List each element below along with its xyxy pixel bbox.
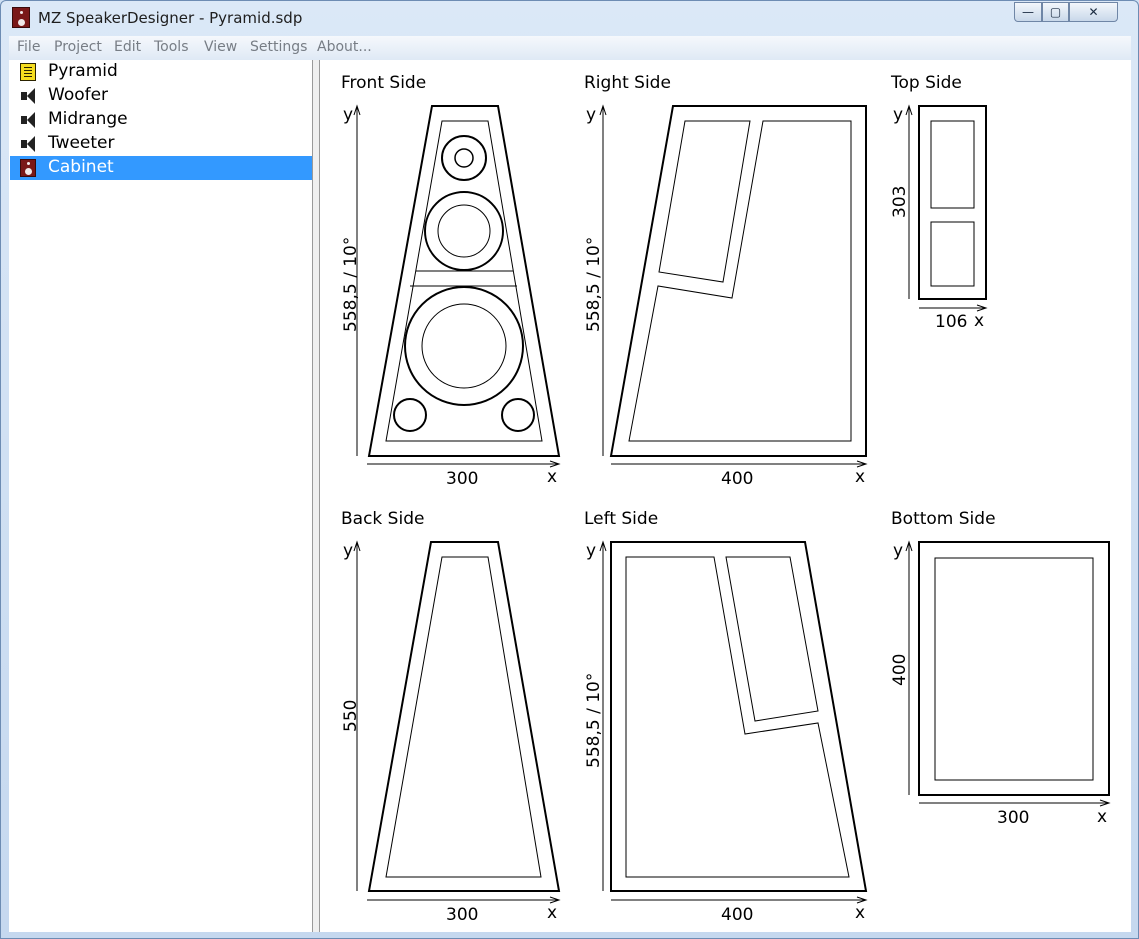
menu-bar: File Project Edit Tools View Settings Ab… (9, 36, 1131, 60)
speaker-icon (20, 135, 36, 153)
cabinet-views-canvas: y 300 x 558,5 / 10° y 400 x 558,5 / 10° … (341, 104, 1111, 925)
tree-item-midrange[interactable]: Midrange (10, 108, 312, 132)
menu-about[interactable]: About... (317, 39, 372, 55)
back-x-axis-label: x (547, 903, 557, 923)
tree-item-tweeter[interactable]: Tweeter (10, 132, 312, 156)
top-height-label: 303 (890, 186, 910, 218)
port-left (393, 398, 427, 432)
front-y-axis-label: y (343, 105, 353, 125)
panel-splitter[interactable] (313, 60, 320, 932)
window-title: MZ SpeakerDesigner - Pyramid.sdp (38, 9, 303, 27)
left-x-axis-label: x (855, 903, 865, 923)
speaker-icon (20, 87, 36, 105)
client-area: Pyramid Woofer Midrange Tweeter Cabinet … (9, 60, 1131, 932)
left-y-axis-label: y (586, 541, 596, 561)
maximize-button[interactable]: ▢ (1042, 2, 1069, 22)
tree-item-woofer[interactable]: Woofer (10, 84, 312, 108)
project-icon (20, 63, 36, 81)
bottom-y-axis-label: y (893, 541, 903, 561)
bottom-width-label: 300 (997, 808, 1029, 828)
right-side-view (599, 104, 868, 468)
project-tree: Pyramid Woofer Midrange Tweeter Cabinet (9, 60, 313, 932)
back-y-axis-label: y (343, 541, 353, 561)
menu-file[interactable]: File (17, 39, 40, 55)
tree-item-label: Cabinet (48, 157, 114, 177)
menu-view[interactable]: View (204, 39, 237, 55)
tree-item-label: Tweeter (48, 133, 115, 153)
back-height-label: 550 (341, 700, 361, 732)
left-height-label: 558,5 / 10° (584, 673, 604, 768)
right-height-label: 558,5 / 10° (584, 237, 604, 332)
menu-edit[interactable]: Edit (114, 39, 141, 55)
tree-item-label: Midrange (48, 109, 128, 129)
left-width-label: 400 (721, 905, 753, 925)
back-side-view (353, 540, 561, 904)
port-right (501, 398, 535, 432)
woofer-cutout (404, 286, 524, 406)
right-width-label: 400 (721, 469, 753, 489)
top-side-view (905, 104, 988, 312)
tweeter-cutout (441, 135, 487, 181)
minimize-button[interactable]: — (1014, 2, 1042, 22)
top-y-axis-label: y (893, 105, 903, 125)
menu-tools[interactable]: Tools (154, 39, 189, 55)
bottom-x-axis-label: x (1097, 807, 1107, 827)
top-x-axis-label: x (974, 311, 984, 331)
tree-item-cabinet[interactable]: Cabinet (10, 156, 312, 180)
midrange-cutout (424, 191, 504, 271)
front-width-label: 300 (446, 469, 478, 489)
right-y-axis-label: y (586, 105, 596, 125)
cabinet-icon (20, 159, 36, 177)
bottom-side-view (905, 540, 1111, 807)
bottom-height-label: 400 (890, 654, 910, 686)
close-button[interactable]: ✕ (1069, 2, 1118, 22)
app-window: MZ SpeakerDesigner - Pyramid.sdp — ▢ ✕ F… (0, 0, 1139, 939)
tree-item-label: Pyramid (48, 61, 118, 81)
menu-settings[interactable]: Settings (250, 39, 307, 55)
cabinet-drawing-area: Front Side Right Side Top Side Back Side… (321, 60, 1131, 932)
menu-project[interactable]: Project (54, 39, 102, 55)
right-x-axis-label: x (855, 467, 865, 487)
top-width-label: 106 (935, 312, 967, 332)
front-side-view (353, 104, 561, 468)
tree-item-label: Woofer (48, 85, 109, 105)
left-side-view (599, 540, 868, 904)
back-width-label: 300 (446, 905, 478, 925)
speaker-icon (20, 111, 36, 129)
title-bar: MZ SpeakerDesigner - Pyramid.sdp — ▢ ✕ (1, 1, 1138, 35)
tree-item-pyramid[interactable]: Pyramid (10, 60, 312, 84)
front-x-axis-label: x (547, 467, 557, 487)
front-height-label: 558,5 / 10° (341, 237, 361, 332)
app-icon (12, 7, 30, 28)
